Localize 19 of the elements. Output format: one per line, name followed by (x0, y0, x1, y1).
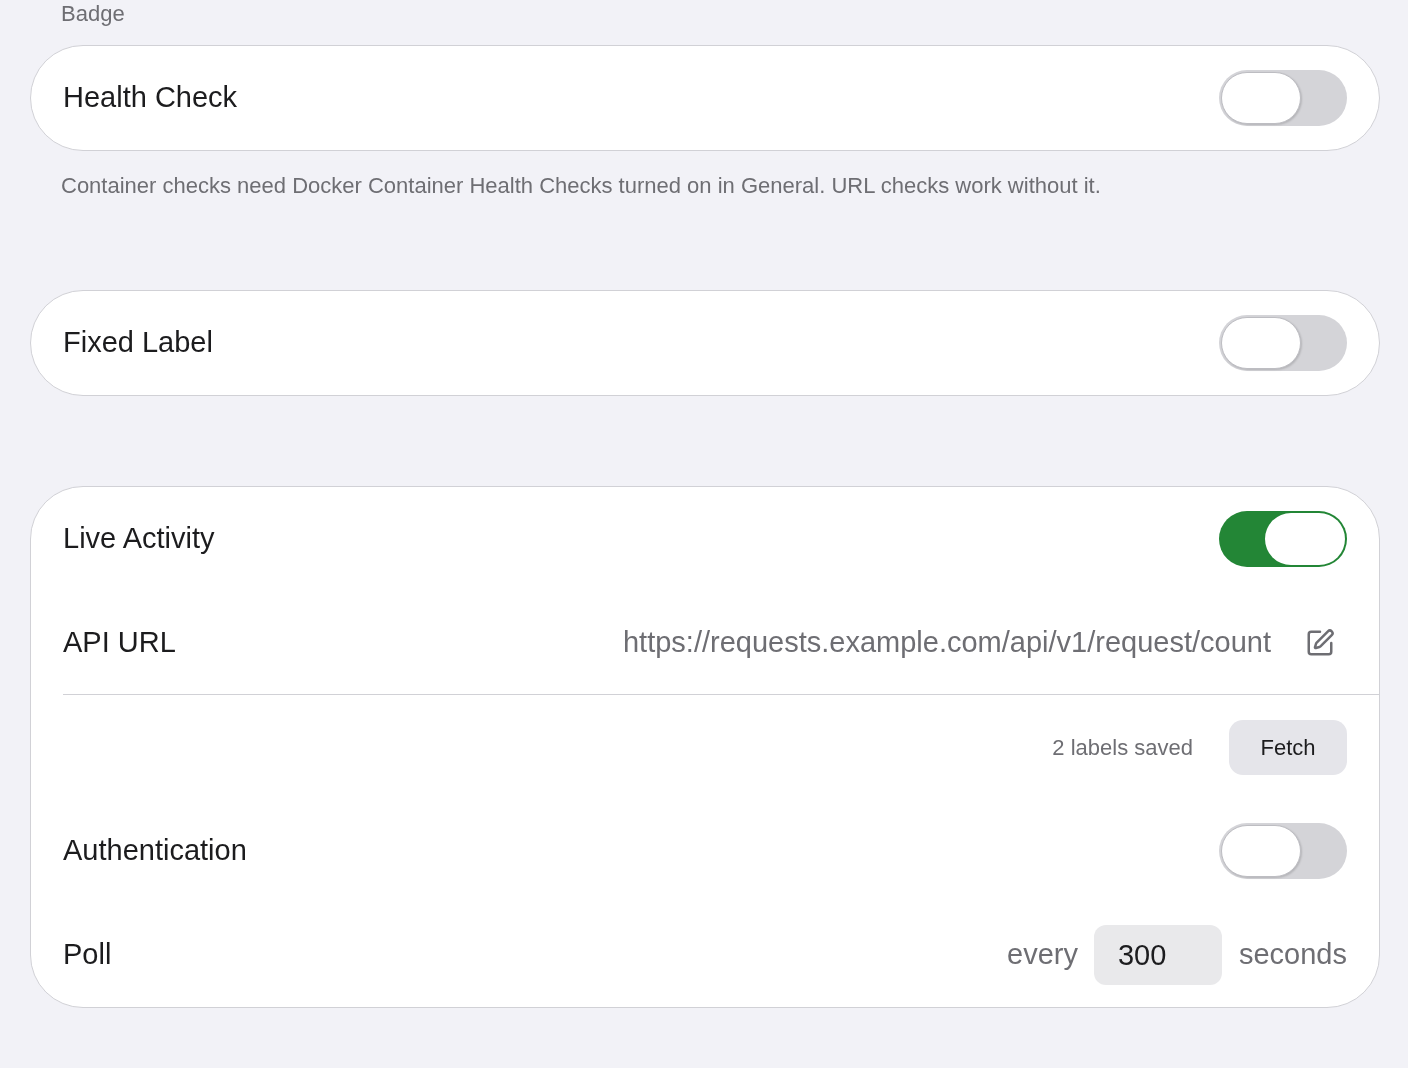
toggle-switch[interactable] (1219, 823, 1347, 879)
setting-label: API URL (63, 624, 176, 660)
toggle-switch[interactable] (1219, 70, 1347, 126)
section-label: Badge (61, 0, 125, 28)
setting-label: Authentication (63, 833, 247, 869)
setting-label: Poll (63, 937, 112, 973)
setting-label: Live Activity (63, 521, 215, 557)
edit-icon[interactable] (1305, 627, 1335, 658)
number-input[interactable]: 300 (1094, 925, 1222, 985)
setting-label: Health Check (63, 80, 238, 116)
toggle-switch[interactable] (1219, 511, 1347, 567)
fetch-button[interactable]: Fetch (1229, 719, 1347, 775)
status-text: 2 labels saved (1052, 733, 1193, 762)
footnote-text: Container checks need Docker Container Health Checks turned on in General. URL checks work without it. (61, 172, 1101, 200)
prefix-text: every (1007, 937, 1078, 973)
url-value: https://requests.example.com/api/v1/request/count (623, 624, 1271, 660)
suffix-text: seconds (1239, 937, 1347, 973)
setting-label: Fixed Label (63, 325, 213, 361)
toggle-switch[interactable] (1219, 315, 1347, 371)
